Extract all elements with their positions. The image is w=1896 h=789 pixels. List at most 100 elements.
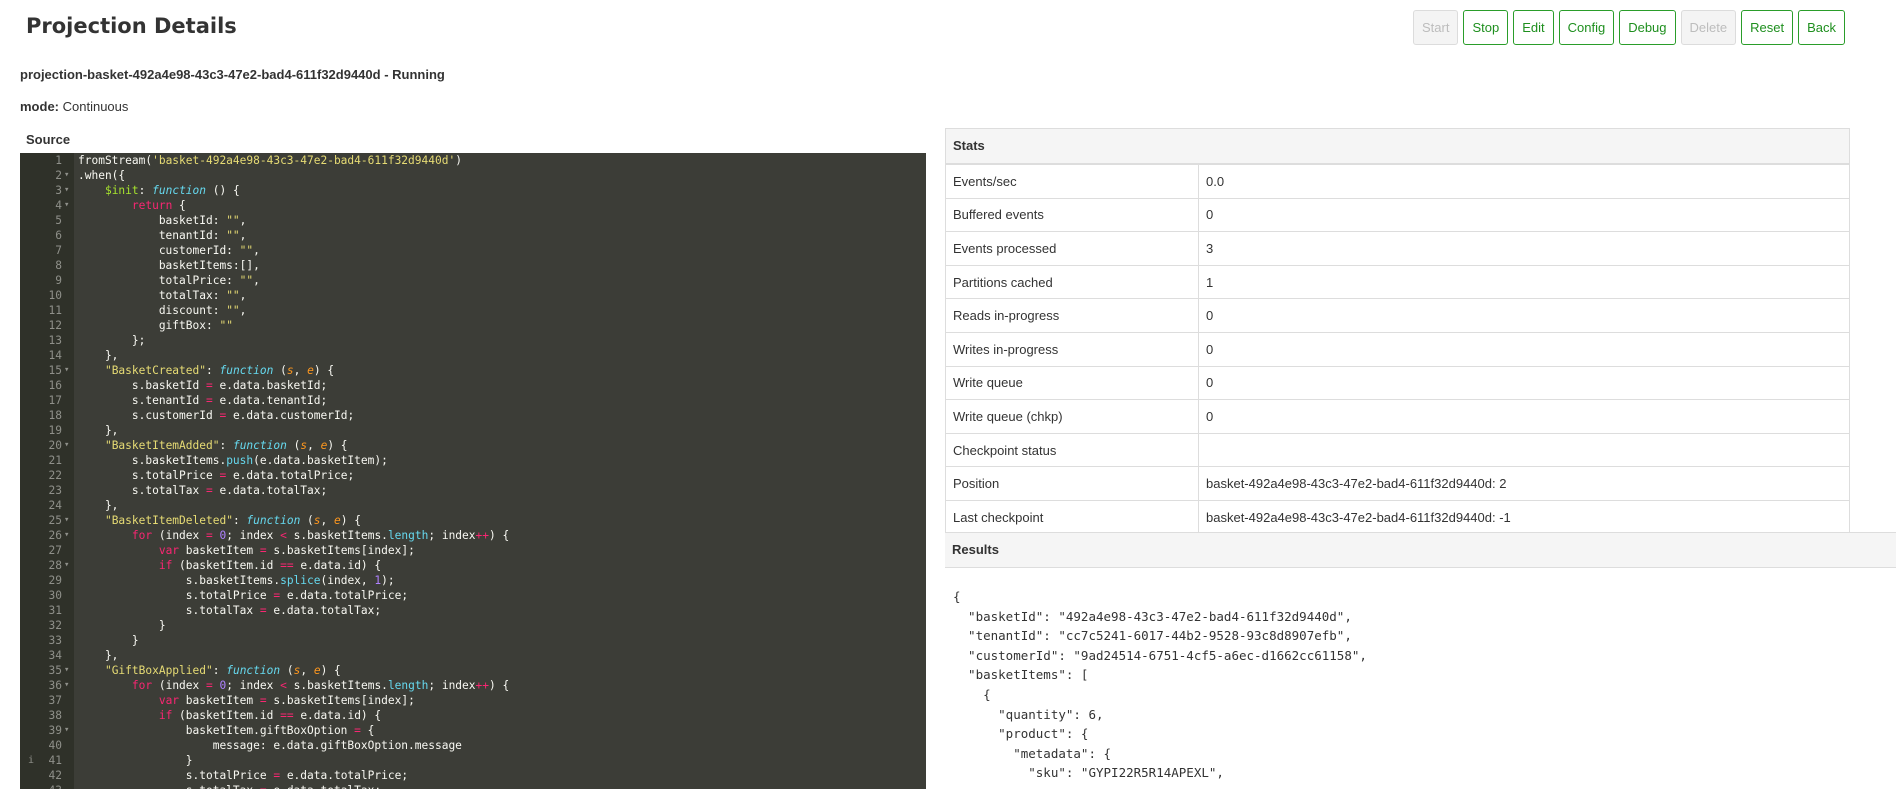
line-number: 14	[48, 349, 62, 362]
fold-arrow-icon[interactable]: ▾	[64, 558, 69, 573]
stat-value: 3	[1198, 231, 1850, 266]
line-number: 8	[55, 259, 62, 272]
code-line: 32 }	[20, 618, 926, 633]
code-line: 23 s.totalTax = e.data.totalTax;	[20, 483, 926, 498]
code-line: 42 s.totalPrice = e.data.totalPrice;	[20, 768, 926, 783]
result-json-line: "product": {	[953, 726, 1089, 742]
stats-panel: Stats Events/sec 0.0 Buffered events 0 Event…	[945, 128, 1850, 535]
line-number: 12	[48, 319, 62, 332]
stop-button[interactable]: Stop	[1463, 10, 1509, 45]
code-line: 2 ▾ .when({	[20, 168, 926, 183]
line-number: 28	[48, 559, 62, 572]
code-text: basketItems:[],	[78, 259, 260, 272]
code-line: 20 ▾ "BasketItemAdded": function (s, e) {	[20, 438, 926, 453]
code-line: 16 s.basketId = e.data.basketId;	[20, 378, 926, 393]
line-number: 9	[55, 274, 62, 287]
code-text: if (basketItem.id == e.data.id) {	[158, 709, 382, 722]
code-line: 40 message: e.data.giftBoxOption.message	[20, 738, 926, 753]
results-header: Results	[945, 532, 1896, 568]
line-number: 31	[48, 604, 62, 617]
stat-value: basket-492a4e98-43c3-47e2-bad4-611f32d94…	[1198, 499, 1850, 535]
code-text: s.basketId = e.data.basketId;	[78, 379, 328, 392]
code-text: "GiftBoxApplied": function (s, e) {	[104, 664, 341, 677]
fold-arrow-icon[interactable]: ▾	[64, 168, 69, 183]
line-number: 19	[48, 424, 62, 437]
line-number: 41	[48, 754, 62, 767]
line-number: 22	[48, 469, 62, 482]
code-text: customerId: "",	[78, 244, 260, 257]
code-line: 27 var basketItem = s.basketItems[index]…	[20, 543, 926, 558]
fold-arrow-icon[interactable]: ▾	[64, 198, 69, 213]
edit-button[interactable]: Edit	[1513, 10, 1554, 45]
fold-arrow-icon[interactable]: ▾	[64, 438, 69, 453]
stats-row: Write queue 0	[945, 365, 1850, 401]
code-text: s.totalTax = e.data.totalTax;	[78, 484, 328, 497]
fold-arrow-icon[interactable]: ▾	[64, 678, 69, 693]
line-number: 2	[55, 169, 62, 182]
stat-value: 1	[1198, 264, 1850, 300]
code-line: 34 },	[20, 648, 926, 663]
line-number: 36	[48, 679, 62, 692]
line-number: 26	[48, 529, 62, 542]
result-json-line: "customerId": "9ad24514-6751-4cf5-a6ec-d…	[953, 647, 1367, 663]
page-title: Projection Details	[26, 14, 237, 38]
reset-button[interactable]: Reset	[1741, 10, 1794, 45]
code-text: message: e.data.giftBoxOption.message	[78, 739, 462, 752]
line-number: 37	[48, 694, 62, 707]
code-line: 9 totalPrice: "",	[20, 273, 926, 288]
code-text: if (basketItem.id == e.data.id) {	[158, 559, 382, 572]
code-line: 38 if (basketItem.id == e.data.id) {	[20, 708, 926, 723]
code-line: 15 ▾ "BasketCreated": function (s, e) {	[20, 363, 926, 378]
back-button[interactable]: Back	[1798, 10, 1845, 45]
stat-value: 0.0	[1198, 164, 1850, 199]
line-number: 25	[48, 514, 62, 527]
code-text: s.totalPrice = e.data.totalPrice;	[78, 769, 409, 782]
start-button: Start	[1413, 10, 1459, 45]
code-line: 13 };	[20, 333, 926, 348]
result-json-line: "basketItems": [	[953, 667, 1089, 683]
result-json-line: "basketId": "492a4e98-43c3-47e2-bad4-611…	[953, 608, 1352, 624]
code-text: s.totalTax = e.data.totalTax;	[78, 783, 381, 789]
mode-label: mode:	[20, 99, 59, 114]
line-number: 30	[48, 589, 62, 602]
code-line: 39 ▾ basketItem.giftBoxOption = {	[20, 723, 926, 738]
code-line: 29 s.basketItems.splice(index, 1);	[20, 573, 926, 588]
result-json-line: "tenantId": "cc7c5241-6017-44b2-9528-93c…	[953, 628, 1352, 644]
result-json-line: "sku": "GYPI22R5R14APEXL",	[953, 765, 1224, 781]
stats-row: Reads in-progress 0	[945, 298, 1850, 333]
code-line: 26 ▾ for (index = 0; index < s.basketItem…	[20, 528, 926, 543]
stat-label: Checkpoint status	[945, 432, 1199, 468]
fold-arrow-icon[interactable]: ▾	[64, 663, 69, 678]
line-number: 34	[48, 649, 62, 662]
line-number: 10	[48, 289, 62, 302]
code-text: basketId: "",	[78, 214, 247, 227]
code-text: var basketItem = s.basketItems[index];	[158, 694, 415, 707]
fold-arrow-icon[interactable]: ▾	[64, 363, 69, 378]
line-number: 15	[48, 364, 62, 377]
code-text: tenantId: "",	[78, 229, 247, 242]
line-number: 6	[55, 229, 62, 242]
code-text: s.totalTax = e.data.totalTax;	[78, 604, 382, 617]
stats-row: Partitions cached 1	[945, 264, 1850, 300]
code-line: 31 s.totalTax = e.data.totalTax;	[20, 603, 926, 618]
stat-label: Last checkpoint	[945, 499, 1199, 535]
fold-arrow-icon[interactable]: ▾	[64, 528, 69, 543]
fold-arrow-icon[interactable]: ▾	[64, 723, 69, 738]
stats-header: Stats	[945, 128, 1850, 164]
fold-arrow-icon[interactable]: ▾	[64, 513, 69, 528]
code-editor[interactable]: 1 fromStream('basket-492a4e98-43c3-47e2-b…	[20, 153, 926, 789]
mode-value: Continuous	[62, 99, 129, 114]
code-line: 43 s.totalTax = e.data.totalTax;	[20, 783, 926, 789]
code-text: "BasketCreated": function (s, e) {	[104, 364, 335, 377]
code-text: discount: "",	[78, 304, 247, 317]
code-line: 33 }	[20, 633, 926, 648]
line-number: 11	[48, 304, 62, 317]
delete-button: Delete	[1680, 10, 1737, 45]
stats-row: Checkpoint status	[945, 432, 1850, 468]
config-button[interactable]: Config	[1558, 10, 1615, 45]
debug-button[interactable]: Debug	[1619, 10, 1676, 45]
code-text: $init: function () {	[104, 184, 240, 197]
fold-arrow-icon[interactable]: ▾	[64, 183, 69, 198]
code-line: 19 },	[20, 423, 926, 438]
line-number: 1	[55, 154, 62, 167]
